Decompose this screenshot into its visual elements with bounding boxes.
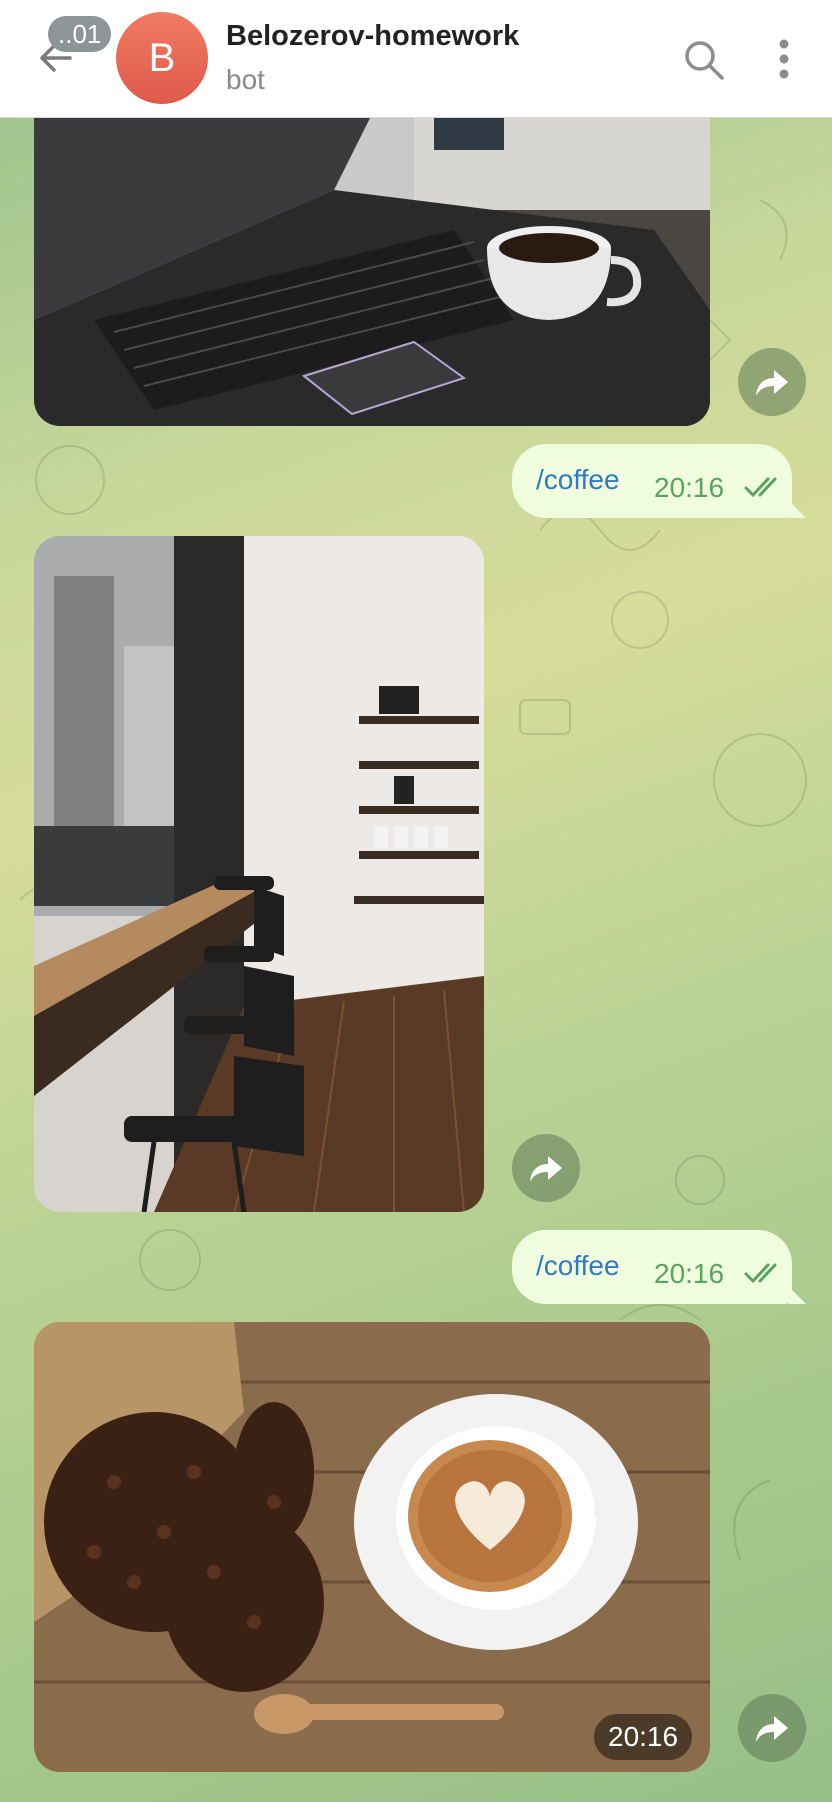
- search-icon: [685, 41, 724, 80]
- message-time: 20:16: [654, 472, 725, 503]
- photo-latte-beans[interactable]: 20:16: [34, 1322, 710, 1772]
- photo-time: 20:16: [594, 1714, 693, 1760]
- more-menu-button[interactable]: [764, 36, 804, 82]
- unread-badge: ..01: [48, 16, 112, 52]
- double-check-icon: [744, 477, 777, 498]
- search-button[interactable]: [682, 38, 726, 82]
- outgoing-message[interactable]: /coffee 20:16: [512, 444, 806, 518]
- command-link[interactable]: /coffee: [536, 1250, 620, 1282]
- forward-arrow-icon: [530, 1156, 562, 1182]
- forward-arrow-icon: [756, 370, 788, 396]
- forward-button[interactable]: [738, 1694, 806, 1762]
- command-link[interactable]: /coffee: [536, 464, 620, 496]
- photo-laptop-coffee[interactable]: [34, 70, 710, 426]
- photo-cafe-interior[interactable]: [34, 536, 484, 1212]
- chat-title[interactable]: Belozerov-homework: [226, 20, 519, 53]
- chat-subtitle: bot: [226, 64, 265, 95]
- outgoing-message[interactable]: /coffee 20:16: [512, 1230, 806, 1304]
- message-time: 20:16: [654, 1258, 725, 1289]
- chat-header: ..01 B Belozerov-homework bot: [0, 0, 832, 118]
- more-vertical-icon: [779, 39, 789, 79]
- forward-button[interactable]: [738, 348, 806, 416]
- avatar[interactable]: B: [116, 12, 208, 104]
- forward-arrow-icon: [756, 1716, 788, 1742]
- forward-button[interactable]: [512, 1134, 580, 1202]
- double-check-icon: [744, 1263, 777, 1284]
